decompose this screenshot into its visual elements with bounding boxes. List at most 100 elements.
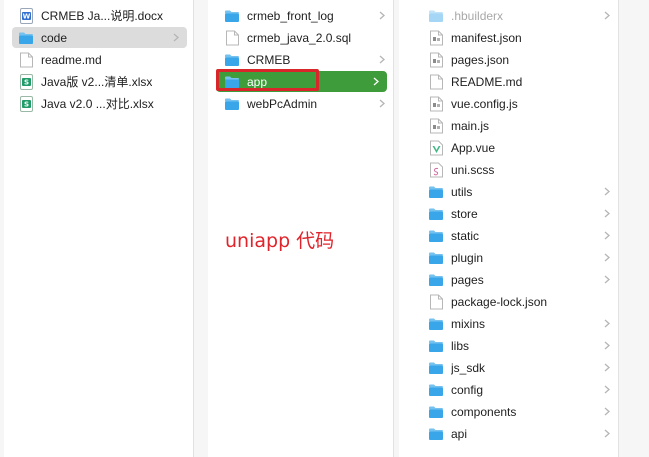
chevron-right-icon xyxy=(602,228,612,242)
highlight-box xyxy=(216,69,319,91)
chevron-right-icon xyxy=(377,96,387,110)
column-divider[interactable] xyxy=(193,0,194,457)
file-name: vue.config.js xyxy=(451,96,518,111)
folder-icon xyxy=(224,96,240,112)
svg-text:S: S xyxy=(23,78,28,86)
file-row-vue-config-js[interactable]: vue.config.js xyxy=(399,93,618,114)
chevron-right-icon xyxy=(602,272,612,286)
document-icon xyxy=(224,30,240,46)
file-name: manifest.json xyxy=(451,30,522,45)
file-row-java-v2-0-xlsx[interactable]: S Java v2.0 ...对比.xlsx xyxy=(4,93,193,114)
spreadsheet-icon: S xyxy=(18,95,34,112)
file-name: pages.json xyxy=(451,52,510,67)
file-name: code xyxy=(41,30,68,45)
file-row-static[interactable]: static xyxy=(399,225,618,246)
file-name: mixins xyxy=(451,316,486,331)
scss-file-icon xyxy=(428,162,444,178)
file-row-readme-md[interactable]: readme.md xyxy=(4,49,193,70)
file-name: uni.scss xyxy=(451,162,495,177)
file-name: Java v2.0 ...对比.xlsx xyxy=(41,97,154,111)
file-name: js_sdk xyxy=(451,360,486,375)
chevron-right-icon xyxy=(377,52,387,66)
file-row-store[interactable]: store xyxy=(399,203,618,224)
file-row-plugin[interactable]: plugin xyxy=(399,247,618,268)
vue-file-icon xyxy=(428,140,444,156)
chevron-right-icon xyxy=(602,338,612,352)
file-name: components xyxy=(451,404,517,419)
folder-icon xyxy=(428,360,444,376)
file-row-code[interactable]: code xyxy=(12,27,187,48)
file-row-pages-json[interactable]: pages.json xyxy=(399,49,618,70)
chevron-right-icon xyxy=(602,250,612,264)
column-divider[interactable] xyxy=(618,0,619,457)
chevron-right-icon xyxy=(602,426,612,440)
file-row-java-v2-xlsx[interactable]: S Java版 v2...清单.xlsx xyxy=(4,71,193,92)
folder-icon xyxy=(428,206,444,222)
file-row-crmeb-ja-docx[interactable]: W CRMEB Ja...说明.docx xyxy=(4,5,193,26)
annotation-label: uniapp 代码 xyxy=(225,230,335,252)
folder-icon xyxy=(428,228,444,244)
json-file-icon xyxy=(428,30,444,46)
file-name: package-lock.json xyxy=(451,294,548,309)
file-name: pages xyxy=(451,272,484,287)
folder-icon xyxy=(428,272,444,288)
folder-icon xyxy=(428,426,444,442)
file-row-crmeb[interactable]: CRMEB xyxy=(208,49,393,70)
file-row-components[interactable]: components xyxy=(399,401,618,422)
chevron-right-icon xyxy=(371,74,381,88)
file-name: .hbuilderx xyxy=(451,8,504,23)
column-app[interactable]: .hbuilderx manifest.json pages.json README.… xyxy=(399,0,618,457)
file-row-manifest-json[interactable]: manifest.json xyxy=(399,27,618,48)
folder-icon xyxy=(18,30,34,46)
file-row-utils[interactable]: utils xyxy=(399,181,618,202)
folder-icon xyxy=(428,250,444,266)
file-name: App.vue xyxy=(451,140,496,155)
file-row-uni-scss[interactable]: uni.scss xyxy=(399,159,618,180)
spreadsheet-icon: S xyxy=(18,73,34,90)
file-row-libs[interactable]: libs xyxy=(399,335,618,356)
column-divider[interactable] xyxy=(393,0,394,457)
file-row-app-vue[interactable]: App.vue xyxy=(399,137,618,158)
file-name: README.md xyxy=(451,74,523,89)
file-row-crmeb-java-2-0-sql[interactable]: crmeb_java_2.0.sql xyxy=(208,27,393,48)
folder-icon xyxy=(428,8,444,24)
file-name: store xyxy=(451,206,478,221)
folder-icon xyxy=(428,316,444,332)
file-row-crmeb-front-log[interactable]: crmeb_front_log xyxy=(208,5,393,26)
document-icon xyxy=(18,52,34,68)
svg-text:W: W xyxy=(22,12,30,20)
file-name: CRMEB xyxy=(247,52,291,67)
folder-icon xyxy=(428,338,444,354)
chevron-right-icon xyxy=(602,404,612,418)
file-row-hbuilderx[interactable]: .hbuilderx xyxy=(399,5,618,26)
file-row-package-lock-json[interactable]: package-lock.json xyxy=(399,291,618,312)
folder-icon xyxy=(428,184,444,200)
file-name: static xyxy=(451,228,480,243)
folder-icon xyxy=(224,8,240,24)
file-name: readme.md xyxy=(41,52,102,67)
file-row-config[interactable]: config xyxy=(399,379,618,400)
file-name: utils xyxy=(451,184,473,199)
file-row-js-sdk[interactable]: js_sdk xyxy=(399,357,618,378)
column-code-parent[interactable]: W CRMEB Ja...说明.docx code readme.md S Java版 v… xyxy=(4,0,193,457)
chevron-right-icon xyxy=(602,360,612,374)
file-name: plugin xyxy=(451,250,484,265)
file-name: config xyxy=(451,382,484,397)
file-row-pages[interactable]: pages xyxy=(399,269,618,290)
file-name: CRMEB Ja...说明.docx xyxy=(41,9,164,23)
file-name: api xyxy=(451,426,468,441)
folder-icon xyxy=(428,382,444,398)
svg-text:S: S xyxy=(23,100,28,108)
chevron-right-icon xyxy=(602,184,612,198)
file-row-webpcadmin[interactable]: webPcAdmin xyxy=(208,93,393,114)
chevron-right-icon xyxy=(377,8,387,22)
file-name: libs xyxy=(451,338,470,353)
file-row-api[interactable]: api xyxy=(399,423,618,444)
file-row-mixins[interactable]: mixins xyxy=(399,313,618,334)
file-row-readme-md[interactable]: README.md xyxy=(399,71,618,92)
json-file-icon xyxy=(428,52,444,68)
chevron-right-icon xyxy=(602,206,612,220)
file-row-main-js[interactable]: main.js xyxy=(399,115,618,136)
chevron-right-icon xyxy=(602,382,612,396)
js-file-icon xyxy=(428,118,444,134)
